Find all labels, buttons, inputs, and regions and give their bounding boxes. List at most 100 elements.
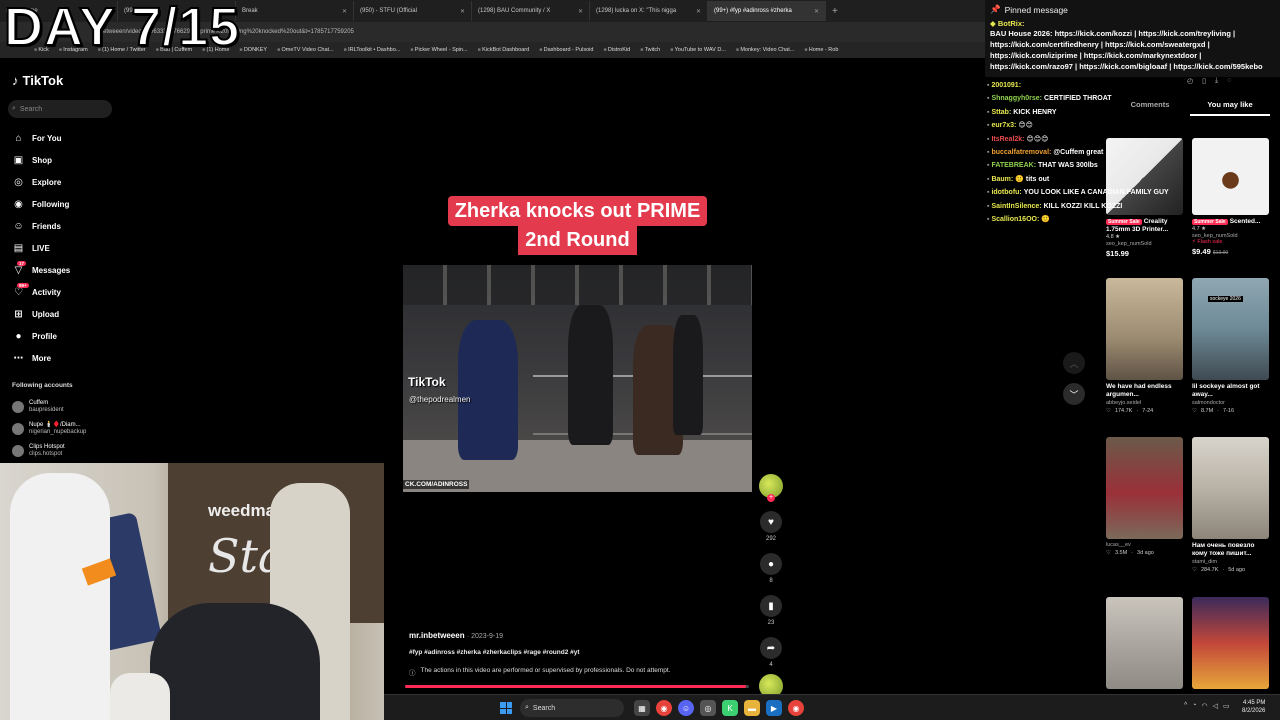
nav-item-profile[interactable]: ● Profile: [12, 325, 122, 347]
webcam-feed: weedmaps Sta: [0, 463, 384, 720]
video-url-overlay: CK.COM/ADINROSS: [403, 480, 470, 489]
steam-icon[interactable]: ▶: [766, 700, 782, 716]
close-tab-icon[interactable]: ✕: [460, 8, 465, 15]
post-hashtags[interactable]: #fyp #adinross #zherka #zherkaclips #rag…: [409, 649, 580, 656]
bookmark[interactable]: Monkey: Video Chat...: [736, 47, 794, 53]
post-author[interactable]: mr.inbetweeen: [409, 631, 465, 640]
nav-item-friends[interactable]: ☺ Friends: [12, 215, 122, 237]
follow-plus-icon[interactable]: +: [767, 494, 775, 502]
close-tab-icon[interactable]: ✕: [814, 8, 819, 15]
bookmark[interactable]: IRLToolkit • Dashbo...: [344, 47, 400, 53]
taskbar-search[interactable]: ⌕ Search: [520, 699, 624, 717]
chat-username[interactable]: Scallion16OO:: [991, 216, 1039, 223]
kick-icon[interactable]: K: [722, 700, 738, 716]
video-referee: [568, 305, 613, 445]
search-input[interactable]: ⌕ Search: [8, 100, 112, 118]
following-account[interactable]: Cuffem baupresident: [12, 396, 122, 418]
compass-icon: ◎: [14, 176, 23, 188]
video-thumbnail: [1192, 437, 1269, 539]
comment-button[interactable]: ●: [760, 553, 782, 575]
bookmark[interactable]: Home - Rob: [804, 47, 839, 53]
chat-username[interactable]: eur7x3:: [991, 122, 1016, 129]
chat-message: ▪ ItsReal2k: 😊😊😊: [987, 133, 1112, 146]
video-card[interactable]: Нам очень повезло кому тоже пишит... sta…: [1192, 437, 1269, 573]
browser-tab[interactable]: (1298) BAU Community / X ✕: [472, 1, 590, 21]
video-progress-bar[interactable]: [405, 685, 749, 688]
share-button[interactable]: ➦: [760, 637, 782, 659]
chevron-up-icon[interactable]: ^: [1184, 702, 1187, 710]
close-tab-icon[interactable]: ✕: [342, 8, 347, 15]
next-video-button[interactable]: ﹀: [1063, 383, 1085, 405]
bookmark[interactable]: OmeTV Video Chat...: [277, 47, 333, 53]
tiktok-logo[interactable]: ♪ TikTok: [12, 73, 63, 88]
volume-icon[interactable]: ◁: [1213, 702, 1218, 710]
pinned-message: 📌 Pinned message ◆ BotRix: BAU House 2026…: [985, 0, 1280, 77]
chat-username[interactable]: idotbofu:: [991, 189, 1021, 196]
new-tab-icon[interactable]: +: [832, 6, 838, 17]
nav-item-upload[interactable]: ⊞ Upload: [12, 303, 122, 325]
browser-tab-active[interactable]: (99+) #fyp #adinross #zherka ✕: [708, 1, 826, 21]
task-view-icon[interactable]: ▦: [634, 700, 650, 716]
close-tab-icon[interactable]: ✕: [578, 8, 583, 15]
activity-badge: 99+: [17, 283, 29, 288]
following-account[interactable]: Clips Hotspot clips.hotspot: [12, 440, 122, 462]
nav-item-messages[interactable]: ▽ 17 Messages: [12, 259, 122, 281]
bookmark[interactable]: Dashboard - Pulsoid: [539, 47, 594, 53]
webcam-bag: [110, 673, 170, 720]
bookmark[interactable]: DONKEY: [239, 47, 267, 53]
chat-username[interactable]: ItsReal2k:: [991, 136, 1024, 143]
obs-icon[interactable]: ◎: [700, 700, 716, 716]
taskbar-apps: ▦ ◉ ☺ ◎ K ▬ ▶ ◉: [634, 700, 804, 716]
taskbar-clock[interactable]: 4:45 PM 8/2/2026: [1242, 699, 1265, 715]
video-card[interactable]: [1106, 597, 1183, 689]
discord-icon[interactable]: ☺: [678, 700, 694, 716]
following-account[interactable]: Nupe 🕯️♦️/Diam... nigerian_nupebackup: [12, 418, 122, 440]
browser-tab[interactable]: (950) - STFU (Official ✕: [354, 1, 472, 21]
chat-message: ▪ Shnaggyh0rse:CERTIFIED THROAT GOAT: [987, 92, 1112, 105]
browser-tab[interactable]: (1298) lucka on X: "This nigga ✕: [590, 1, 708, 21]
pin-icon: 📌: [990, 4, 1001, 14]
chevron-down-icon: ﹀: [1069, 389, 1079, 400]
chat-username[interactable]: FATEBREAK:: [991, 162, 1036, 169]
windows-start-icon[interactable]: [500, 702, 512, 714]
file-explorer-icon[interactable]: ▬: [744, 700, 760, 716]
bookmark[interactable]: Picker Wheel - Spin...: [410, 47, 468, 53]
browser-tab[interactable]: Break ✕: [236, 1, 354, 21]
chat-username[interactable]: SaintInSilence:: [991, 203, 1041, 210]
comment-count: 8: [769, 578, 773, 584]
chat-message: ▪ Baum: 🙂 tits out: [987, 173, 1112, 186]
nav-item-shop[interactable]: ▣ Shop: [12, 149, 122, 171]
network-icon[interactable]: ◔: [1192, 702, 1196, 710]
close-tab-icon[interactable]: ✕: [696, 8, 701, 15]
video-player[interactable]: TikTok @thepodrealmen CK.COM/ADINROSS: [403, 265, 752, 492]
nav-item-explore[interactable]: ◎ Explore: [12, 171, 122, 193]
chat-username[interactable]: Shnaggyh0rse:: [991, 95, 1042, 102]
friends-icon: ☺: [13, 220, 24, 232]
nav-item-more[interactable]: ⋯ More: [12, 347, 122, 369]
nav-item-live[interactable]: ▤ LIVE: [12, 237, 122, 259]
battery-icon[interactable]: ▭: [1223, 702, 1230, 710]
nav-item-activity[interactable]: ♡ 99+ Activity: [12, 281, 122, 303]
bookmark[interactable]: KickBot Dashboard: [478, 47, 529, 53]
chrome-icon[interactable]: ◉: [656, 700, 672, 716]
chat-username[interactable]: buccalfatremoval:: [991, 149, 1051, 156]
chat-username[interactable]: Baum:: [991, 176, 1013, 183]
save-button[interactable]: ▮: [760, 595, 782, 617]
nav-item-for-you[interactable]: ⌂ For You: [12, 127, 122, 149]
chat-username[interactable]: 2001091:: [991, 82, 1021, 89]
chat-username[interactable]: Sttab:: [991, 109, 1011, 116]
chrome-icon[interactable]: ◉: [788, 700, 804, 716]
like-button[interactable]: ♥: [760, 511, 782, 533]
video-card[interactable]: [1192, 597, 1269, 689]
video-card[interactable]: lucas__ev ♡ 3.5M · 3d ago: [1106, 437, 1183, 556]
bookmark[interactable]: YouTube to WAV D...: [670, 47, 726, 53]
previous-video-button[interactable]: ︿: [1063, 352, 1085, 374]
following-icon: ◉: [14, 198, 23, 210]
bookmark[interactable]: DistroKid: [603, 47, 630, 53]
bookmark[interactable]: Twitch: [640, 47, 661, 53]
video-card[interactable]: sockeye 2026 lil sockeye almost got away…: [1192, 278, 1269, 414]
wifi-icon[interactable]: ◠: [1202, 702, 1208, 710]
video-card[interactable]: We have had endless argumen... abbeyjo.s…: [1106, 278, 1183, 414]
nav-item-following[interactable]: ◉ Following: [12, 193, 122, 215]
creator-avatar[interactable]: +: [759, 474, 783, 502]
